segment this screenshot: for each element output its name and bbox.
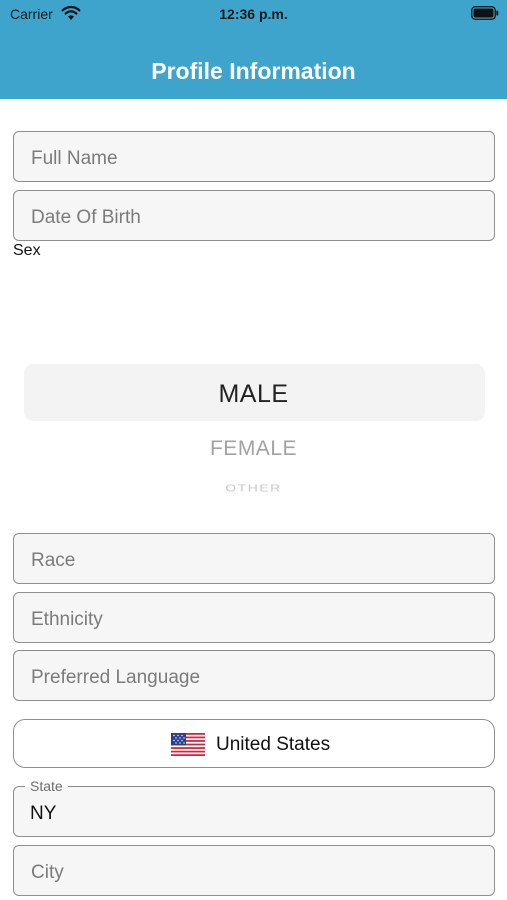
state-field[interactable]: State NY — [13, 778, 495, 837]
state-value: NY — [30, 803, 57, 824]
ethnicity-field[interactable]: Ethnicity — [13, 592, 495, 643]
full-name-placeholder: Full Name — [31, 148, 118, 169]
date-of-birth-field[interactable]: Date Of Birth — [13, 190, 495, 241]
status-time: 12:36 p.m. — [219, 6, 288, 22]
us-flag-icon — [171, 733, 205, 756]
state-label: State — [25, 778, 68, 794]
city-field[interactable]: City — [13, 845, 495, 896]
date-of-birth-placeholder: Date Of Birth — [31, 207, 141, 228]
preferred-language-placeholder: Preferred Language — [31, 667, 201, 688]
status-bar: Carrier 12:36 p.m. — [0, 0, 507, 30]
sex-option-other[interactable]: OTHER — [0, 482, 507, 494]
race-field[interactable]: Race — [13, 533, 495, 584]
page-title: Profile Information — [151, 58, 356, 84]
city-placeholder: City — [31, 862, 64, 883]
race-placeholder: Race — [31, 550, 76, 571]
navigation-bar: Profile Information — [0, 30, 507, 99]
ethnicity-placeholder: Ethnicity — [31, 609, 103, 630]
sex-option-male[interactable]: MALE — [0, 380, 507, 409]
sex-option-female[interactable]: FEMALE — [0, 437, 507, 461]
country-name: United States — [216, 734, 331, 755]
battery-icon — [471, 6, 499, 20]
full-name-field[interactable]: Full Name — [13, 131, 495, 182]
preferred-language-field[interactable]: Preferred Language — [13, 650, 495, 701]
sex-label: Sex — [13, 242, 41, 259]
country-selector-button[interactable]: United States — [13, 719, 495, 768]
